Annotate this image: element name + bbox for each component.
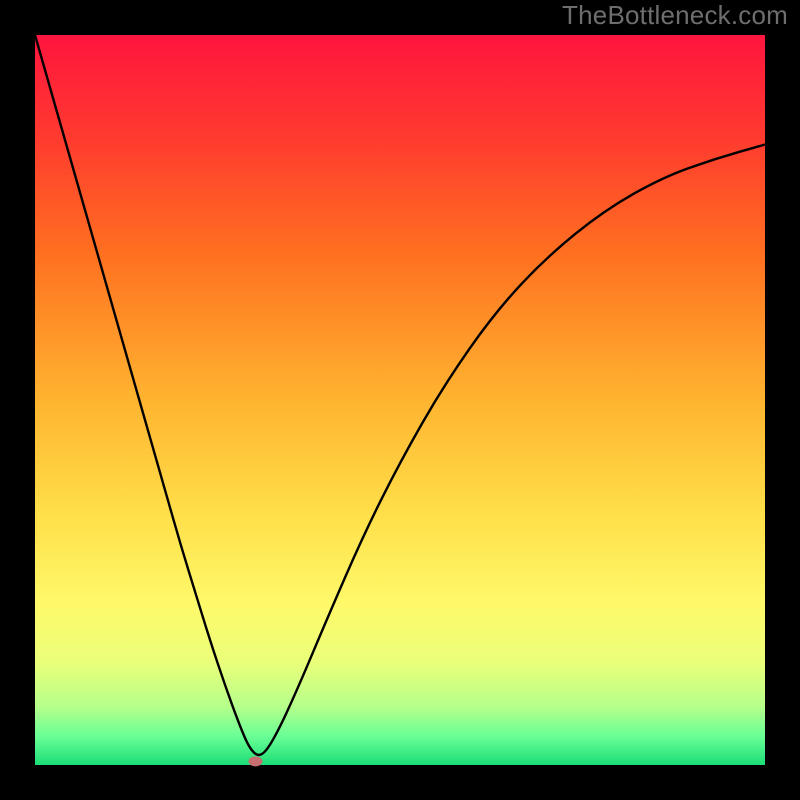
chart-background bbox=[35, 35, 765, 765]
chart-root: TheBottleneck.com bbox=[0, 0, 800, 800]
optimum-marker bbox=[248, 756, 262, 766]
watermark-text: TheBottleneck.com bbox=[562, 0, 788, 31]
bottleneck-chart bbox=[0, 0, 800, 800]
